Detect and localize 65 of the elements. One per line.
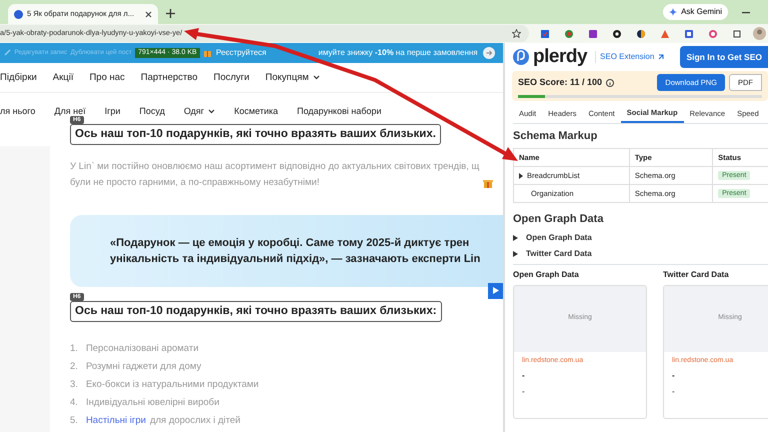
list-text: для дорослих і дітей	[150, 414, 240, 428]
brand-name: plerdy	[533, 44, 588, 69]
list-text: Розумні гаджети для дому	[86, 360, 202, 374]
nav-link[interactable]: Послуги	[213, 70, 250, 85]
minimize-icon[interactable]	[742, 12, 750, 14]
nav-link[interactable]: Про нас	[89, 70, 125, 85]
pencil-icon	[4, 49, 11, 56]
external-link-icon	[658, 54, 664, 60]
nav-link[interactable]: Акції	[52, 70, 74, 85]
gemini-button[interactable]: Ask Gemini	[663, 4, 728, 20]
category-link[interactable]: ля нього	[0, 104, 36, 118]
star-icon[interactable]	[512, 29, 521, 38]
section-title: Open Graph Data	[513, 212, 604, 227]
category-link[interactable]: Косметика	[234, 104, 278, 118]
score-label: SEO Score: 11 / 100	[518, 76, 602, 89]
gift-icon	[203, 48, 212, 58]
nav-link[interactable]: Підбірки	[0, 70, 37, 85]
play-button[interactable]	[488, 282, 503, 299]
preview-title: Twitter Card Data	[663, 268, 730, 280]
preview-title: Open Graph Data	[513, 268, 580, 280]
close-icon[interactable]	[145, 10, 152, 18]
list-number: 5.	[70, 414, 78, 428]
puzzle-icon[interactable]	[732, 28, 742, 38]
list-number: 4.	[70, 396, 78, 410]
sparkle-icon	[669, 8, 678, 16]
plerdy-logo-icon	[513, 49, 529, 65]
arrow-right-icon[interactable]	[483, 46, 495, 59]
paragraph: У Lin` ми постійно оновлюємо наш асортимент відповідно до актуальних світових трендів, щ були не просто гарними, а по-справжньому незабутніми!	[70, 160, 480, 190]
quote-text: «Подарунок — це емоція у коробці. Саме тому 2025-й диктує трен унікальність та індивідуальний підхід», — зазначають експерти Lin	[110, 236, 480, 267]
preview-headline: -	[672, 370, 676, 382]
category-link[interactable]: Подарункові набори	[297, 104, 382, 118]
extension-icon[interactable]	[612, 28, 622, 38]
category-link[interactable]: Одяг	[184, 104, 216, 118]
chevron-down-icon	[208, 108, 216, 114]
preview-headline: -	[522, 370, 526, 382]
list-text: Еко-бокси із натуральними продуктами	[86, 378, 259, 392]
list-number: 2.	[70, 360, 78, 374]
info-icon	[606, 78, 614, 87]
expander-row[interactable]: Twitter Card Data	[513, 248, 768, 260]
sign-in-button[interactable]: Sign In to Get SEO	[680, 46, 768, 68]
category-link[interactable]: Ігри	[104, 104, 120, 118]
preview-description: -	[672, 386, 676, 398]
extension-icon[interactable]	[636, 28, 646, 38]
list-text: Індивідуальні ювелірні вироби	[86, 396, 220, 410]
list-number: 3.	[70, 378, 78, 392]
gift-icon	[483, 178, 494, 188]
product-link[interactable]: Настільні ігри	[86, 414, 146, 432]
promo-text: имуйте знижку -10% на перше замовлення	[318, 46, 478, 59]
new-tab-icon[interactable]	[166, 9, 175, 18]
list-number: 1.	[70, 342, 78, 356]
nav-link[interactable]: Покупцям	[265, 70, 320, 85]
preview-description: -	[522, 386, 526, 398]
expander-row[interactable]: Open Graph Data	[513, 232, 768, 244]
favicon-icon	[14, 10, 23, 18]
avatar-icon[interactable]	[753, 27, 766, 40]
expand-caret-icon[interactable]	[519, 172, 523, 178]
play-icon	[492, 287, 498, 294]
extension-link[interactable]: SEO Extension	[595, 51, 664, 63]
extension-icon[interactable]	[588, 28, 598, 38]
section-title: Schema Markup	[513, 128, 598, 144]
nav-link[interactable]: Партнерство	[140, 70, 198, 85]
list-text: Персоналізовані аромати	[86, 342, 199, 356]
category-link[interactable]: Посуд	[139, 104, 165, 118]
promo-text: Реєструйтеся	[216, 46, 266, 59]
chevron-down-icon	[312, 75, 320, 80]
